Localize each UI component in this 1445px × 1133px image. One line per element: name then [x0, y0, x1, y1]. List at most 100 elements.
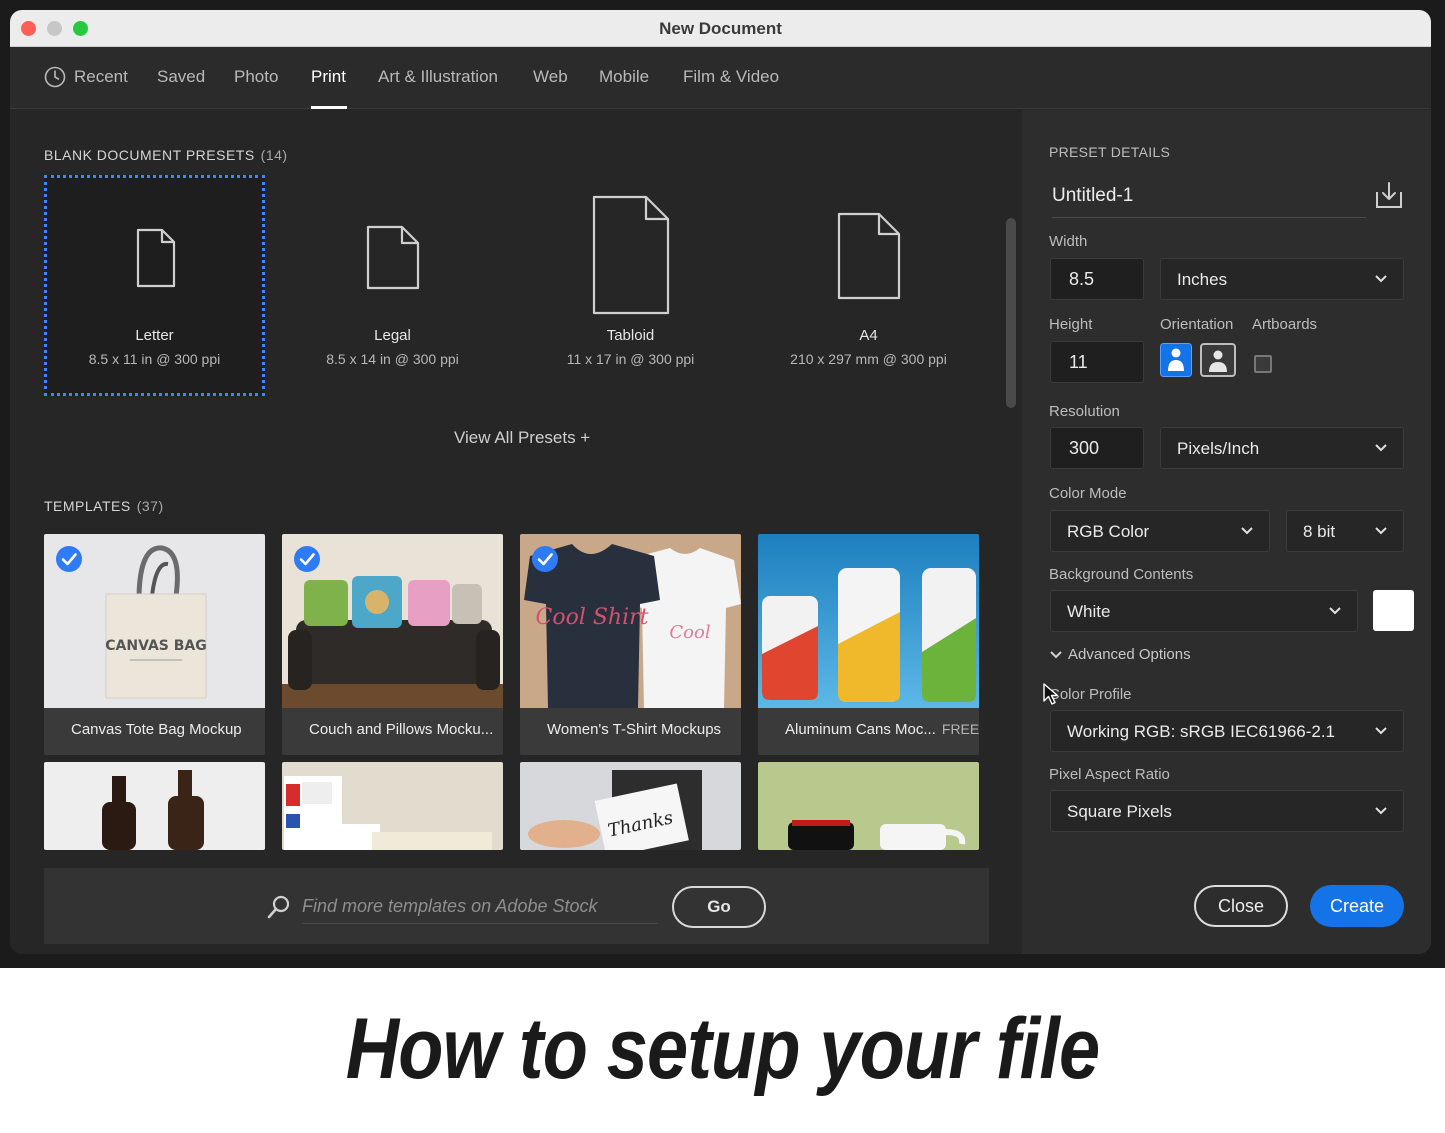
save-preset-icon[interactable]: [1374, 180, 1404, 210]
document-icon: [837, 212, 901, 300]
svg-text:Cool: Cool: [669, 622, 710, 643]
new-document-dialog: New Document Recent Saved Photo Print Ar…: [10, 10, 1431, 954]
template-caption: Aluminum Cans Moc... FREE: [758, 708, 979, 755]
tab-mobile[interactable]: Mobile: [599, 67, 649, 87]
pixel-aspect-ratio-label: Pixel Aspect Ratio: [1049, 766, 1170, 783]
advanced-options-toggle[interactable]: Advanced Options: [1050, 646, 1191, 663]
active-tab-indicator: [311, 106, 347, 109]
preset-a4[interactable]: A4 210 x 297 mm @ 300 ppi: [758, 175, 979, 396]
advanced-options-label: Advanced Options: [1068, 646, 1191, 663]
resolution-unit-value: Pixels/Inch: [1177, 439, 1260, 458]
background-contents-label: Background Contents: [1049, 566, 1194, 583]
document-icon: [136, 228, 176, 288]
resolution-unit-select[interactable]: Pixels/Inch: [1160, 427, 1404, 469]
preset-legal[interactable]: Legal 8.5 x 14 in @ 300 ppi: [282, 175, 503, 396]
preset-dims: 11 x 17 in @ 300 ppi: [566, 351, 695, 367]
template-card-thankyou[interactable]: Thanks: [520, 762, 741, 850]
background-color-swatch[interactable]: [1373, 590, 1414, 631]
presets-scrollbar[interactable]: [1006, 218, 1016, 418]
bit-depth-value: 8 bit: [1303, 522, 1336, 541]
document-name-field[interactable]: Untitled-1: [1052, 182, 1366, 218]
tab-recent[interactable]: Recent: [74, 67, 128, 87]
portrait-orientation-button[interactable]: [1160, 343, 1192, 377]
create-button[interactable]: Create: [1310, 885, 1404, 927]
background-contents-value: White: [1067, 602, 1111, 621]
template-card-mugs[interactable]: [758, 762, 979, 850]
preset-name: Letter: [135, 327, 174, 344]
presets-heading: BLANK DOCUMENT PRESETS (14): [44, 147, 288, 163]
search-icon: [267, 895, 290, 919]
color-mode-select[interactable]: RGB Color: [1050, 510, 1270, 552]
color-mode-label: Color Mode: [1049, 485, 1127, 502]
width-label: Width: [1049, 233, 1088, 250]
template-card-bottles[interactable]: [44, 762, 265, 850]
preset-dims: 8.5 x 14 in @ 300 ppi: [326, 351, 459, 367]
checkmark-icon: [56, 546, 82, 572]
document-icon: [592, 195, 670, 315]
preset-name: A4: [859, 327, 878, 344]
pixel-aspect-ratio-select[interactable]: Square Pixels: [1050, 790, 1404, 832]
template-thumbnail: [758, 534, 979, 708]
view-all-presets-link[interactable]: View All Presets +: [454, 428, 590, 448]
stock-search-input[interactable]: [302, 890, 658, 924]
tab-photo[interactable]: Photo: [234, 67, 278, 87]
template-card-tote-bag[interactable]: CANVAS BAG Canvas Tote Bag Mockup: [44, 534, 265, 755]
caption-banner: How to setup your file: [0, 968, 1445, 1133]
presets-panel: BLANK DOCUMENT PRESETS (14) Letter 8.5 x …: [10, 110, 1022, 954]
title-bar: New Document: [10, 10, 1431, 47]
template-card-couch[interactable]: Couch and Pillows Mocku...: [282, 534, 503, 755]
tab-film-video[interactable]: Film & Video: [683, 67, 779, 87]
stock-search-bar: Go: [44, 868, 989, 944]
template-card-tshirt[interactable]: Cool Shirt Cool Women's T-Shirt Mockups: [520, 534, 741, 755]
chevron-down-icon: [1375, 807, 1387, 815]
chevron-down-icon: [1375, 727, 1387, 735]
template-caption-label: Aluminum Cans Moc...: [785, 721, 936, 738]
chevron-down-icon: [1375, 275, 1387, 283]
preset-letter[interactable]: Letter 8.5 x 11 in @ 300 ppi: [44, 175, 265, 396]
tab-art-illustration[interactable]: Art & Illustration: [378, 67, 498, 87]
background-contents-select[interactable]: White: [1050, 590, 1358, 632]
resolution-label: Resolution: [1049, 403, 1120, 420]
window-title: New Document: [659, 19, 782, 38]
tab-web[interactable]: Web: [533, 67, 568, 87]
preset-name: Legal: [374, 327, 411, 344]
document-icon: [366, 225, 420, 290]
chevron-down-icon: [1375, 527, 1387, 535]
scrollbar-thumb[interactable]: [1006, 218, 1016, 408]
close-button[interactable]: Close: [1194, 885, 1288, 927]
chevron-down-icon: [1329, 607, 1341, 615]
tab-saved[interactable]: Saved: [157, 67, 205, 87]
color-profile-value: Working RGB: sRGB IEC61966-2.1: [1067, 722, 1336, 741]
artboards-checkbox[interactable]: [1254, 355, 1272, 373]
width-input[interactable]: 8.5: [1050, 258, 1144, 300]
resolution-input[interactable]: 300: [1050, 427, 1144, 469]
preset-details-heading: PRESET DETAILS: [1049, 144, 1171, 160]
orientation-label: Orientation: [1160, 316, 1234, 333]
template-caption: Couch and Pillows Mocku...: [282, 708, 503, 755]
preset-dims: 8.5 x 11 in @ 300 ppi: [88, 351, 221, 367]
templates-heading: TEMPLATES (37): [44, 498, 164, 514]
template-card-cans[interactable]: Aluminum Cans Moc... FREE: [758, 534, 979, 755]
checkmark-icon: [532, 546, 558, 572]
color-profile-select[interactable]: Working RGB: sRGB IEC61966-2.1: [1050, 710, 1404, 752]
bit-depth-select[interactable]: 8 bit: [1286, 510, 1404, 552]
template-caption: Women's T-Shirt Mockups: [520, 708, 741, 755]
chevron-down-icon: [1375, 444, 1387, 452]
template-card-cards[interactable]: [282, 762, 503, 850]
presets-count: (14): [260, 147, 288, 163]
landscape-orientation-button[interactable]: [1200, 343, 1236, 377]
tab-print[interactable]: Print: [311, 67, 346, 87]
templates-heading-label: TEMPLATES: [44, 498, 131, 514]
artboards-label: Artboards: [1252, 316, 1318, 333]
category-tabs: Recent Saved Photo Print Art & Illustrat…: [10, 47, 1431, 109]
height-input[interactable]: 11: [1050, 341, 1144, 383]
color-profile-label: Color Profile: [1049, 686, 1132, 703]
color-mode-value: RGB Color: [1067, 522, 1150, 541]
thumb-text: Cool Shirt: [536, 605, 649, 630]
go-button[interactable]: Go: [672, 886, 766, 928]
chevron-down-icon: [1050, 651, 1062, 659]
presets-heading-label: BLANK DOCUMENT PRESETS: [44, 147, 255, 163]
preset-dims: 210 x 297 mm @ 300 ppi: [790, 351, 947, 367]
width-unit-select[interactable]: Inches: [1160, 258, 1404, 300]
preset-tabloid[interactable]: Tabloid 11 x 17 in @ 300 ppi: [520, 175, 741, 396]
